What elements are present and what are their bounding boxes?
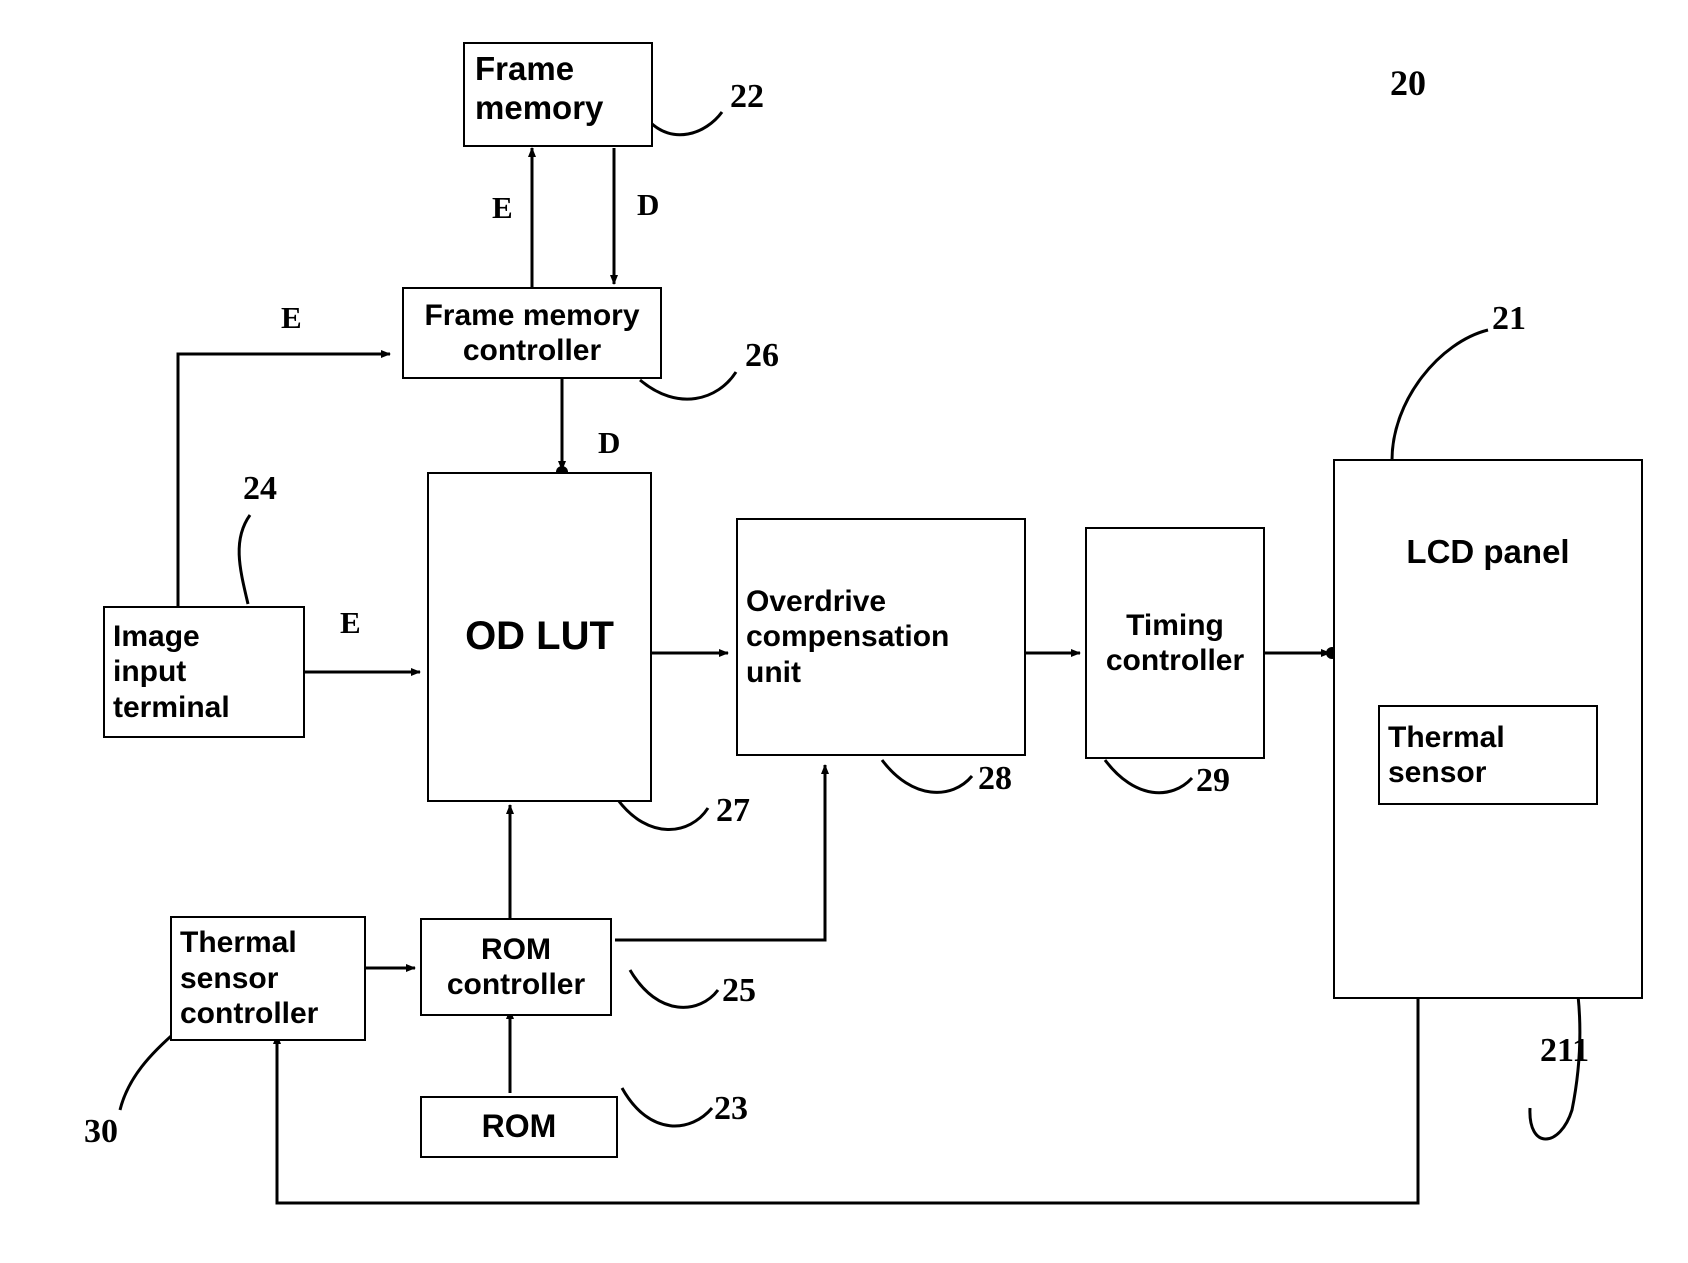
box-rom-label: ROM bbox=[481, 1108, 557, 1145]
box-thermal-sensor-controller[interactable]: Thermal sensor controller bbox=[170, 916, 366, 1041]
ref-numeral-26: 26 bbox=[745, 337, 779, 374]
box-rom-controller-label: ROM controller bbox=[446, 932, 586, 1001]
ref-numeral-29: 29 bbox=[1196, 762, 1230, 799]
ref-numeral-24: 24 bbox=[243, 470, 277, 507]
box-frame-memory-controller-label: Frame memory controller bbox=[424, 298, 640, 367]
box-lcd-panel-label: LCD panel bbox=[1406, 533, 1570, 570]
ref-numeral-211: 211 bbox=[1540, 1032, 1590, 1069]
box-image-input-terminal-label: Image input terminal bbox=[113, 619, 230, 724]
box-timing-controller[interactable]: Timing controller bbox=[1085, 527, 1265, 759]
box-frame-memory[interactable]: Frame memory bbox=[463, 42, 653, 147]
box-od-lut[interactable]: OD LUT bbox=[427, 472, 652, 802]
box-od-lut-label: OD LUT bbox=[465, 614, 614, 659]
ref-numeral-20: 20 bbox=[1390, 63, 1426, 103]
signal-label-d-fmc-to-odlut: D bbox=[598, 425, 621, 460]
ref-numeral-30: 30 bbox=[84, 1113, 118, 1150]
signal-label-d-frame-memory: D bbox=[637, 187, 660, 222]
signal-label-e-frame-memory: E bbox=[492, 190, 513, 225]
ref-numeral-25: 25 bbox=[722, 972, 756, 1009]
ref-numeral-21: 21 bbox=[1492, 300, 1526, 337]
box-rom[interactable]: ROM bbox=[420, 1096, 618, 1158]
box-thermal-sensor-controller-label: Thermal sensor controller bbox=[180, 926, 319, 1031]
box-overdrive-compensation-unit-label: Overdrive compensation unit bbox=[746, 584, 950, 689]
box-overdrive-compensation-unit[interactable]: Overdrive compensation unit bbox=[736, 518, 1026, 756]
ref-numeral-28: 28 bbox=[978, 760, 1012, 797]
box-image-input-terminal[interactable]: Image input terminal bbox=[103, 606, 305, 738]
signal-label-e-input-to-odlut: E bbox=[340, 605, 361, 640]
patent-figure-canvas: Frame memory Frame memory controller Ima… bbox=[0, 0, 1688, 1263]
box-timing-controller-label: Timing controller bbox=[1105, 608, 1245, 677]
signal-label-e-input-to-fmc: E bbox=[281, 300, 302, 335]
ref-numeral-27: 27 bbox=[716, 792, 750, 829]
box-thermal-sensor-label: Thermal sensor bbox=[1388, 720, 1505, 789]
box-frame-memory-label: Frame memory bbox=[475, 50, 604, 126]
box-rom-controller[interactable]: ROM controller bbox=[420, 918, 612, 1016]
box-frame-memory-controller[interactable]: Frame memory controller bbox=[402, 287, 662, 379]
box-thermal-sensor[interactable]: Thermal sensor bbox=[1378, 705, 1598, 805]
ref-numeral-22: 22 bbox=[730, 78, 764, 115]
ref-numeral-23: 23 bbox=[714, 1090, 748, 1127]
